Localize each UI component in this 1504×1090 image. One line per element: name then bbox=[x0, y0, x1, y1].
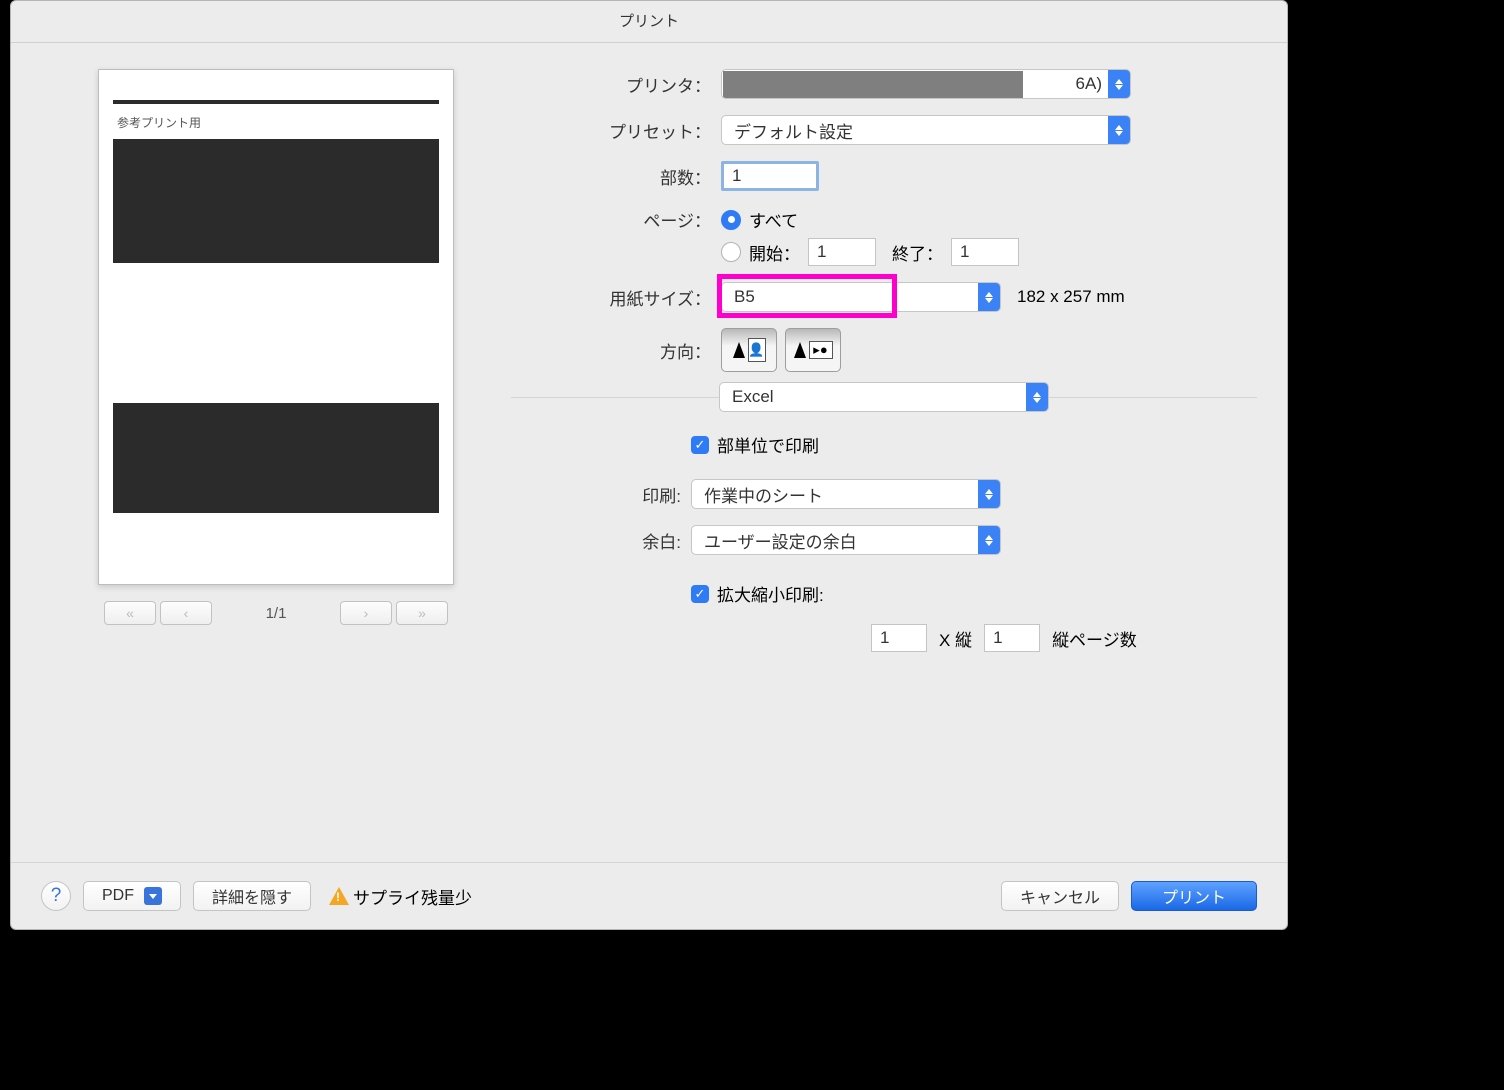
scale-checkbox[interactable]: ✓ bbox=[691, 585, 709, 603]
pages-from-input[interactable] bbox=[808, 238, 876, 266]
x-vertical-label: X 縦 bbox=[939, 626, 972, 651]
dialog-footer: ? PDF 詳細を隠す サプライ残量少 キャンセル プリント bbox=[11, 862, 1287, 929]
pdf-dropdown-button[interactable]: PDF bbox=[83, 881, 181, 911]
paper-dimensions: 182 x 257 mm bbox=[1017, 287, 1125, 307]
orientation-landscape-button[interactable]: ▸● bbox=[785, 328, 841, 372]
warning-icon bbox=[329, 887, 349, 905]
chevron-updown-icon bbox=[978, 526, 1000, 554]
hide-details-button[interactable]: 詳細を隠す bbox=[193, 881, 311, 911]
pages-to-input[interactable] bbox=[951, 238, 1019, 266]
arrow-up-icon bbox=[733, 342, 745, 358]
help-button[interactable]: ? bbox=[41, 881, 71, 911]
form-pane: プリンタ： 6A) プリセット： デフォルト設定 部数： bbox=[511, 63, 1257, 668]
print-target-select[interactable]: 作業中のシート bbox=[691, 479, 1001, 509]
chevron-updown-icon bbox=[978, 480, 1000, 508]
scale-label: 拡大縮小印刷: bbox=[717, 581, 824, 606]
copies-input[interactable] bbox=[724, 164, 816, 188]
scale-width-input[interactable] bbox=[871, 624, 927, 652]
print-dialog: プリント 参考プリント用 « ‹ 1/1 › » プリンタ： bbox=[10, 0, 1288, 930]
redacted-printer-name bbox=[723, 71, 1023, 99]
page-count: 1/1 bbox=[216, 605, 336, 622]
printer-select[interactable]: 6A) bbox=[721, 69, 1131, 99]
preview-pager: « ‹ 1/1 › » bbox=[41, 601, 511, 625]
first-page-button[interactable]: « bbox=[104, 601, 156, 625]
pages-all-label: すべて bbox=[749, 207, 798, 232]
preset-label: プリセット： bbox=[511, 118, 721, 143]
orientation-portrait-button[interactable]: 👤 bbox=[721, 328, 777, 372]
chevron-updown-icon bbox=[1108, 116, 1130, 144]
margins-select[interactable]: ユーザー設定の余白 bbox=[691, 525, 1001, 555]
supply-low-text: サプライ残量少 bbox=[353, 884, 472, 909]
collate-checkbox[interactable]: ✓ bbox=[691, 436, 709, 454]
paper-size-select[interactable]: B5 bbox=[721, 282, 1001, 312]
preview-page: 参考プリント用 bbox=[98, 69, 454, 585]
arrow-up-icon bbox=[794, 342, 806, 358]
preview-caption: 参考プリント用 bbox=[117, 114, 435, 131]
portrait-page-icon: 👤 bbox=[748, 338, 766, 362]
print-button[interactable]: プリント bbox=[1131, 881, 1257, 911]
print-target-label: 印刷: bbox=[511, 482, 691, 507]
pages-from-label: 開始： bbox=[749, 240, 800, 265]
cancel-button[interactable]: キャンセル bbox=[1001, 881, 1119, 911]
pages-range-radio[interactable] bbox=[721, 242, 741, 262]
copies-label: 部数： bbox=[511, 164, 721, 189]
collate-label: 部単位で印刷 bbox=[717, 432, 819, 457]
pages-to-label: 終了： bbox=[892, 240, 943, 265]
chevron-updown-icon bbox=[1026, 383, 1048, 411]
pages-all-radio[interactable] bbox=[721, 210, 741, 230]
margins-label: 余白: bbox=[511, 528, 691, 553]
printer-label: プリンタ： bbox=[511, 72, 721, 97]
dialog-title: プリント bbox=[11, 1, 1287, 43]
copies-focus bbox=[721, 161, 819, 191]
scale-height-input[interactable] bbox=[984, 624, 1040, 652]
prev-page-button[interactable]: ‹ bbox=[160, 601, 212, 625]
pages-label: ページ： bbox=[511, 207, 721, 232]
preset-select[interactable]: デフォルト設定 bbox=[721, 115, 1131, 145]
chevron-updown-icon bbox=[1108, 70, 1130, 98]
last-page-button[interactable]: » bbox=[396, 601, 448, 625]
chevron-updown-icon bbox=[978, 283, 1000, 311]
next-page-button[interactable]: › bbox=[340, 601, 392, 625]
vertical-pages-label: 縦ページ数 bbox=[1052, 626, 1137, 651]
preview-pane: 参考プリント用 « ‹ 1/1 › » bbox=[41, 63, 511, 668]
orientation-label: 方向： bbox=[511, 338, 721, 363]
landscape-page-icon: ▸● bbox=[809, 341, 833, 359]
paper-size-label: 用紙サイズ： bbox=[511, 285, 721, 310]
chevron-down-icon bbox=[144, 887, 162, 905]
app-section-select[interactable]: Excel bbox=[719, 382, 1049, 412]
